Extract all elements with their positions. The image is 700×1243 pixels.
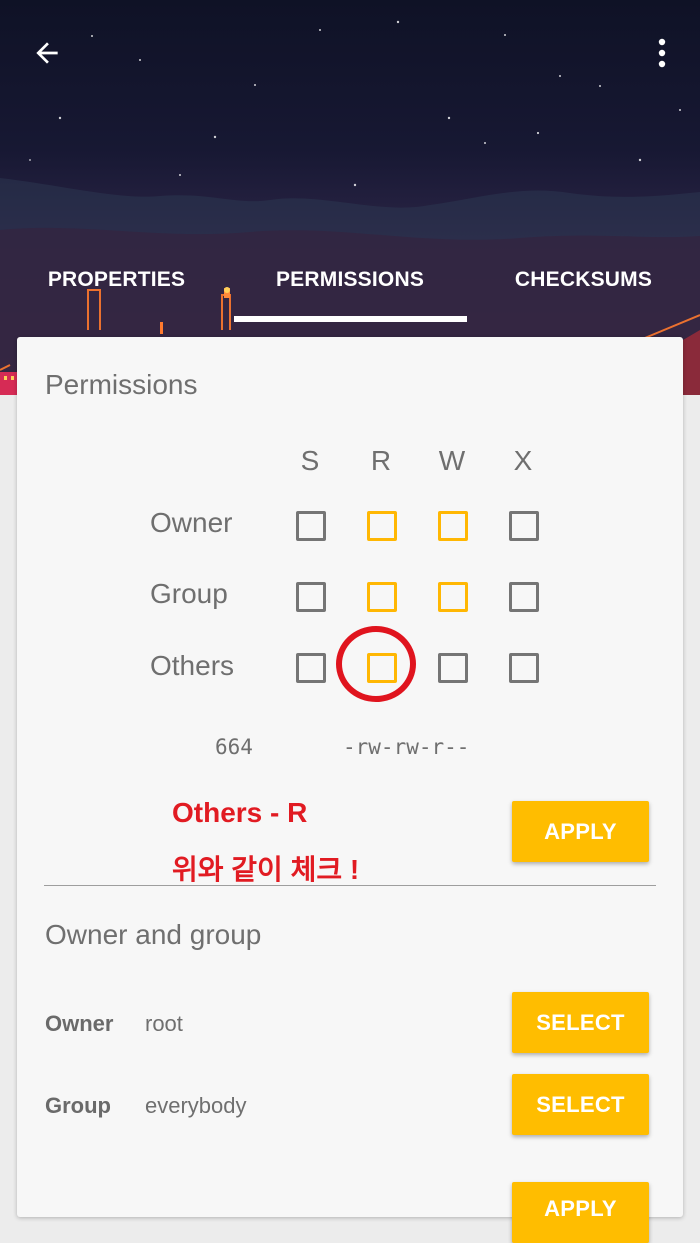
header-banner: PROPERTIES PERMISSIONS CHECKSUMS: [0, 0, 700, 395]
annotation-highlight-circle: [336, 626, 416, 702]
column-header-x: X: [513, 445, 533, 476]
permission-octal: 664: [215, 735, 253, 759]
permission-symbolic: -rw-rw-r--: [343, 735, 470, 759]
permissions-title: Permissions: [45, 369, 198, 400]
annotation-line-1: Others - R: [172, 797, 308, 828]
row-label-owner: Owner: [150, 507, 233, 538]
row-label-group: Group: [150, 578, 228, 609]
owner-value: root: [145, 1011, 183, 1036]
checkbox-owner-r[interactable]: [367, 511, 397, 541]
checkbox-owner-s[interactable]: [296, 511, 326, 541]
tab-selected-indicator: [234, 316, 467, 322]
back-button[interactable]: [22, 30, 72, 76]
apply-owner-group-button[interactable]: APPLY: [512, 1182, 649, 1243]
column-header-w: W: [438, 445, 466, 476]
checkbox-owner-w[interactable]: [438, 511, 468, 541]
checkbox-group-r[interactable]: [367, 582, 397, 612]
tab-permissions[interactable]: PERMISSIONS: [233, 250, 467, 310]
more-options-button[interactable]: [640, 30, 684, 76]
checkbox-group-x[interactable]: [509, 582, 539, 612]
checkbox-group-s[interactable]: [296, 582, 326, 612]
select-group-button[interactable]: SELECT: [512, 1074, 649, 1135]
tab-bar: PROPERTIES PERMISSIONS CHECKSUMS: [0, 250, 700, 322]
checkbox-others-w[interactable]: [438, 653, 468, 683]
checkbox-owner-x[interactable]: [509, 511, 539, 541]
checkbox-others-s[interactable]: [296, 653, 326, 683]
tab-properties[interactable]: PROPERTIES: [0, 250, 233, 310]
row-label-others: Others: [150, 650, 235, 681]
column-header-s: S: [300, 445, 320, 476]
tab-checksums[interactable]: CHECKSUMS: [467, 250, 700, 310]
apply-permissions-button[interactable]: APPLY: [512, 801, 649, 862]
checkbox-group-w[interactable]: [438, 582, 468, 612]
more-vert-icon: [658, 38, 666, 68]
owner-label: Owner: [45, 1011, 114, 1036]
checkbox-others-x[interactable]: [509, 653, 539, 683]
section-divider: [44, 885, 656, 886]
arrow-back-icon: [36, 42, 58, 64]
owner-group-title: Owner and group: [45, 919, 262, 950]
group-label: Group: [45, 1093, 111, 1118]
column-header-r: R: [370, 445, 392, 476]
annotation-line-2: 위와 같이 체크 !: [172, 854, 360, 885]
select-owner-button[interactable]: SELECT: [512, 992, 649, 1053]
group-value: everybody: [145, 1093, 247, 1118]
night-city-illustration: [0, 20, 700, 395]
